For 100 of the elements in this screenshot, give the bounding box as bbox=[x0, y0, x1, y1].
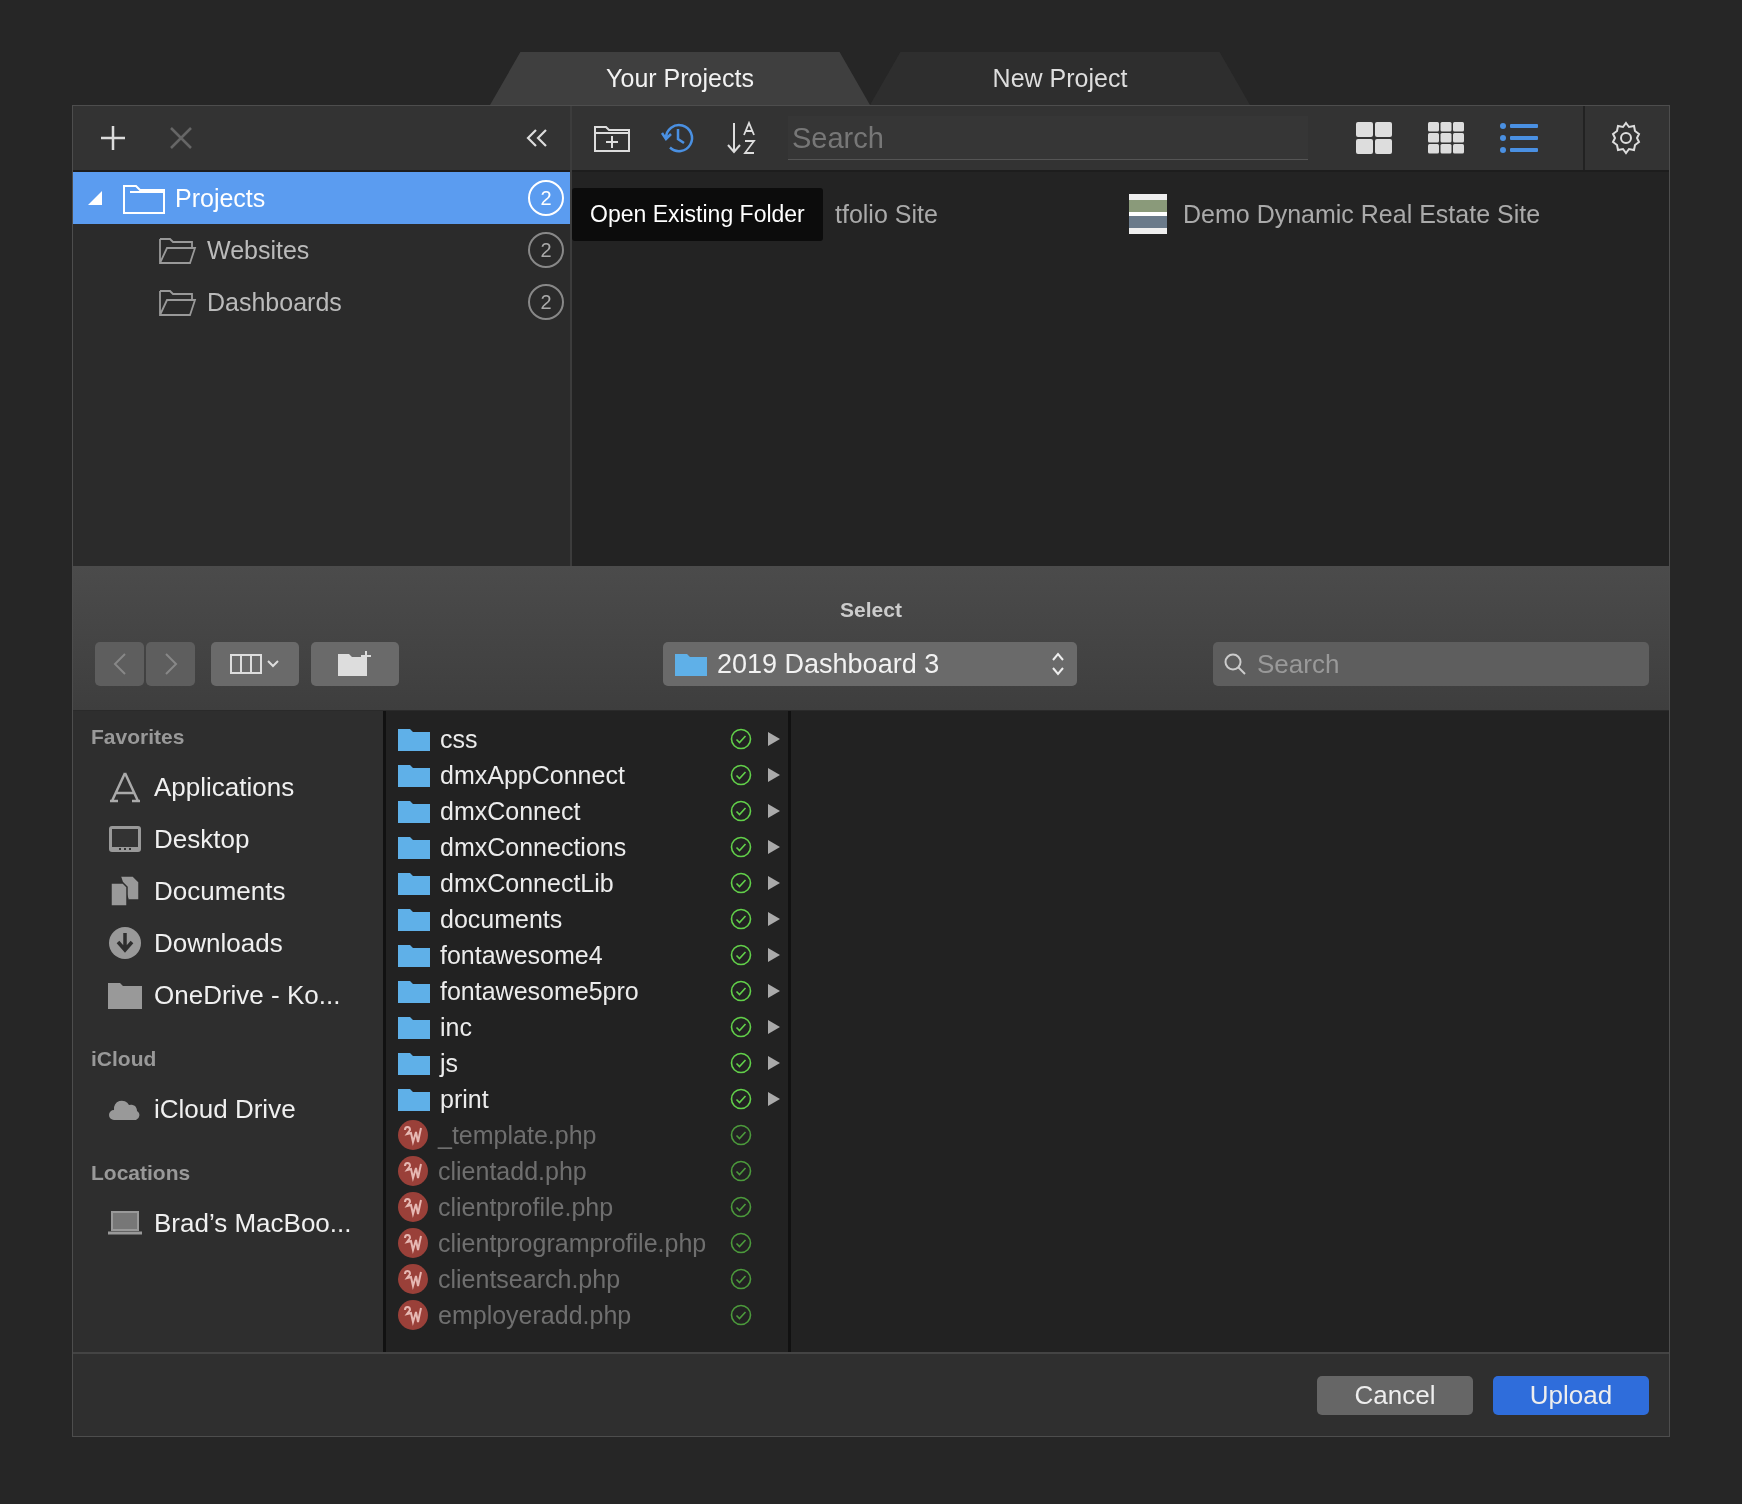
synced-icon bbox=[730, 944, 752, 966]
folder-icon bbox=[398, 1015, 430, 1039]
project-name[interactable]: tfolio Site bbox=[835, 199, 938, 229]
folder-icon bbox=[398, 943, 430, 967]
synced-icon bbox=[730, 1196, 752, 1218]
tab[interactable]: Your Projects bbox=[490, 52, 870, 105]
file-row[interactable]: js bbox=[398, 1045, 788, 1081]
section-heading: iCloud bbox=[91, 1047, 158, 1072]
synced-icon bbox=[730, 908, 752, 930]
php-file-icon bbox=[398, 1300, 428, 1330]
cancel-button[interactable]: Cancel bbox=[1317, 1375, 1473, 1415]
project-name[interactable]: Demo Dynamic Real Estate Site bbox=[1183, 199, 1541, 229]
file-row[interactable]: dmxConnectLib bbox=[398, 865, 788, 901]
folder-icon bbox=[398, 1087, 430, 1111]
expand-arrow-icon bbox=[768, 984, 780, 998]
php-file-icon bbox=[398, 1156, 428, 1186]
php-file-icon bbox=[398, 1228, 428, 1258]
folder-icon bbox=[398, 799, 430, 823]
sidebar-item[interactable]: iCloud Drive bbox=[91, 1083, 383, 1135]
synced-icon bbox=[730, 872, 752, 894]
count-badge: 2 bbox=[528, 232, 564, 268]
sidebar-item[interactable]: Applications bbox=[91, 761, 383, 813]
synced-icon bbox=[730, 980, 752, 1002]
synced-icon bbox=[730, 1160, 752, 1182]
small-grid-icon[interactable] bbox=[1428, 122, 1464, 154]
large-grid-icon[interactable] bbox=[1356, 122, 1392, 154]
search-input[interactable]: Search bbox=[1255, 647, 1639, 681]
sidebar-item[interactable]: Documents bbox=[91, 865, 383, 917]
folder-icon bbox=[675, 652, 707, 676]
folder-icon bbox=[159, 236, 197, 264]
file-row[interactable]: dmxConnections bbox=[398, 829, 788, 865]
stepper-icon bbox=[1051, 651, 1065, 677]
folder-icon bbox=[398, 763, 430, 787]
disclosure-icon[interactable] bbox=[87, 190, 103, 206]
sidebar-item[interactable]: Desktop bbox=[91, 813, 383, 865]
expand-arrow-icon bbox=[768, 768, 780, 782]
tooltip: Open Existing Folder bbox=[572, 188, 823, 241]
sidebar-item[interactable]: Brad’s MacBoo... bbox=[91, 1197, 383, 1249]
upload-button[interactable]: Upload bbox=[1493, 1375, 1649, 1415]
folder-icon bbox=[123, 182, 165, 214]
php-file-icon bbox=[398, 1120, 428, 1150]
tree-item[interactable]: Websites 2 bbox=[73, 224, 570, 276]
folder-icon bbox=[159, 288, 197, 316]
view-button[interactable] bbox=[211, 642, 299, 686]
folder-icon bbox=[398, 835, 430, 859]
file-row[interactable]: fontawesome4 bbox=[398, 937, 788, 973]
collapse-icon[interactable] bbox=[526, 128, 548, 148]
expand-arrow-icon bbox=[768, 1092, 780, 1106]
folder-icon bbox=[398, 1051, 430, 1075]
folder-add-icon[interactable] bbox=[594, 124, 630, 152]
download-icon bbox=[108, 926, 142, 960]
php-file-icon bbox=[398, 1264, 428, 1294]
search-icon bbox=[1223, 652, 1247, 676]
tab[interactable]: New Project bbox=[870, 52, 1250, 105]
expand-arrow-icon bbox=[768, 912, 780, 926]
folder-add-icon bbox=[337, 651, 373, 677]
laptop-icon bbox=[108, 1210, 142, 1236]
expand-arrow-icon bbox=[768, 732, 780, 746]
expand-arrow-icon bbox=[768, 1020, 780, 1034]
tree-label: Projects bbox=[175, 183, 266, 213]
close-icon[interactable] bbox=[169, 126, 193, 150]
file-row[interactable]: inc bbox=[398, 1009, 788, 1045]
php-file-icon bbox=[398, 1192, 428, 1222]
sidebar-item[interactable]: Downloads bbox=[91, 917, 383, 969]
section-heading: Locations bbox=[91, 1161, 192, 1186]
tree-label: Websites bbox=[207, 235, 310, 265]
photo-placeholder bbox=[1129, 194, 1167, 234]
tree-item[interactable]: Dashboards 2 bbox=[73, 276, 570, 328]
folder-icon bbox=[398, 907, 430, 931]
location-popup[interactable]: 2019 Dashboard 3 bbox=[663, 642, 1077, 686]
count-badge: 2 bbox=[528, 284, 564, 320]
file-row[interactable]: print bbox=[398, 1081, 788, 1117]
chevron-right-icon bbox=[163, 652, 178, 676]
synced-icon bbox=[730, 836, 752, 858]
add-icon[interactable] bbox=[99, 124, 127, 152]
folder-icon bbox=[398, 979, 430, 1003]
chevron-left-icon bbox=[112, 652, 127, 676]
sort-icon[interactable] bbox=[726, 121, 758, 155]
file-row[interactable]: dmxAppConnect bbox=[398, 757, 788, 793]
file-row[interactable]: documents bbox=[398, 901, 788, 937]
folder-icon bbox=[108, 981, 142, 1009]
section-heading: Favorites bbox=[91, 725, 186, 750]
expand-arrow-icon bbox=[768, 840, 780, 854]
file-row[interactable]: fontawesome5pro bbox=[398, 973, 788, 1009]
dialog-title: Select bbox=[839, 598, 903, 622]
file-row[interactable]: dmxConnect bbox=[398, 793, 788, 829]
search-field[interactable]: Search bbox=[1213, 642, 1649, 686]
folder-icon bbox=[398, 727, 430, 751]
file-row[interactable]: css bbox=[398, 721, 788, 757]
list-icon[interactable] bbox=[1500, 123, 1538, 153]
expand-arrow-icon bbox=[768, 1056, 780, 1070]
documents-icon bbox=[108, 875, 142, 907]
tree-label: Dashboards bbox=[207, 287, 342, 317]
expand-arrow-icon bbox=[768, 948, 780, 962]
sidebar-item[interactable]: OneDrive - Ko... bbox=[91, 969, 383, 1021]
expand-arrow-icon bbox=[768, 804, 780, 818]
desktop-icon bbox=[108, 825, 142, 853]
settings-icon[interactable] bbox=[1609, 121, 1643, 155]
new-folder-button[interactable] bbox=[311, 642, 399, 686]
synced-icon bbox=[730, 800, 752, 822]
